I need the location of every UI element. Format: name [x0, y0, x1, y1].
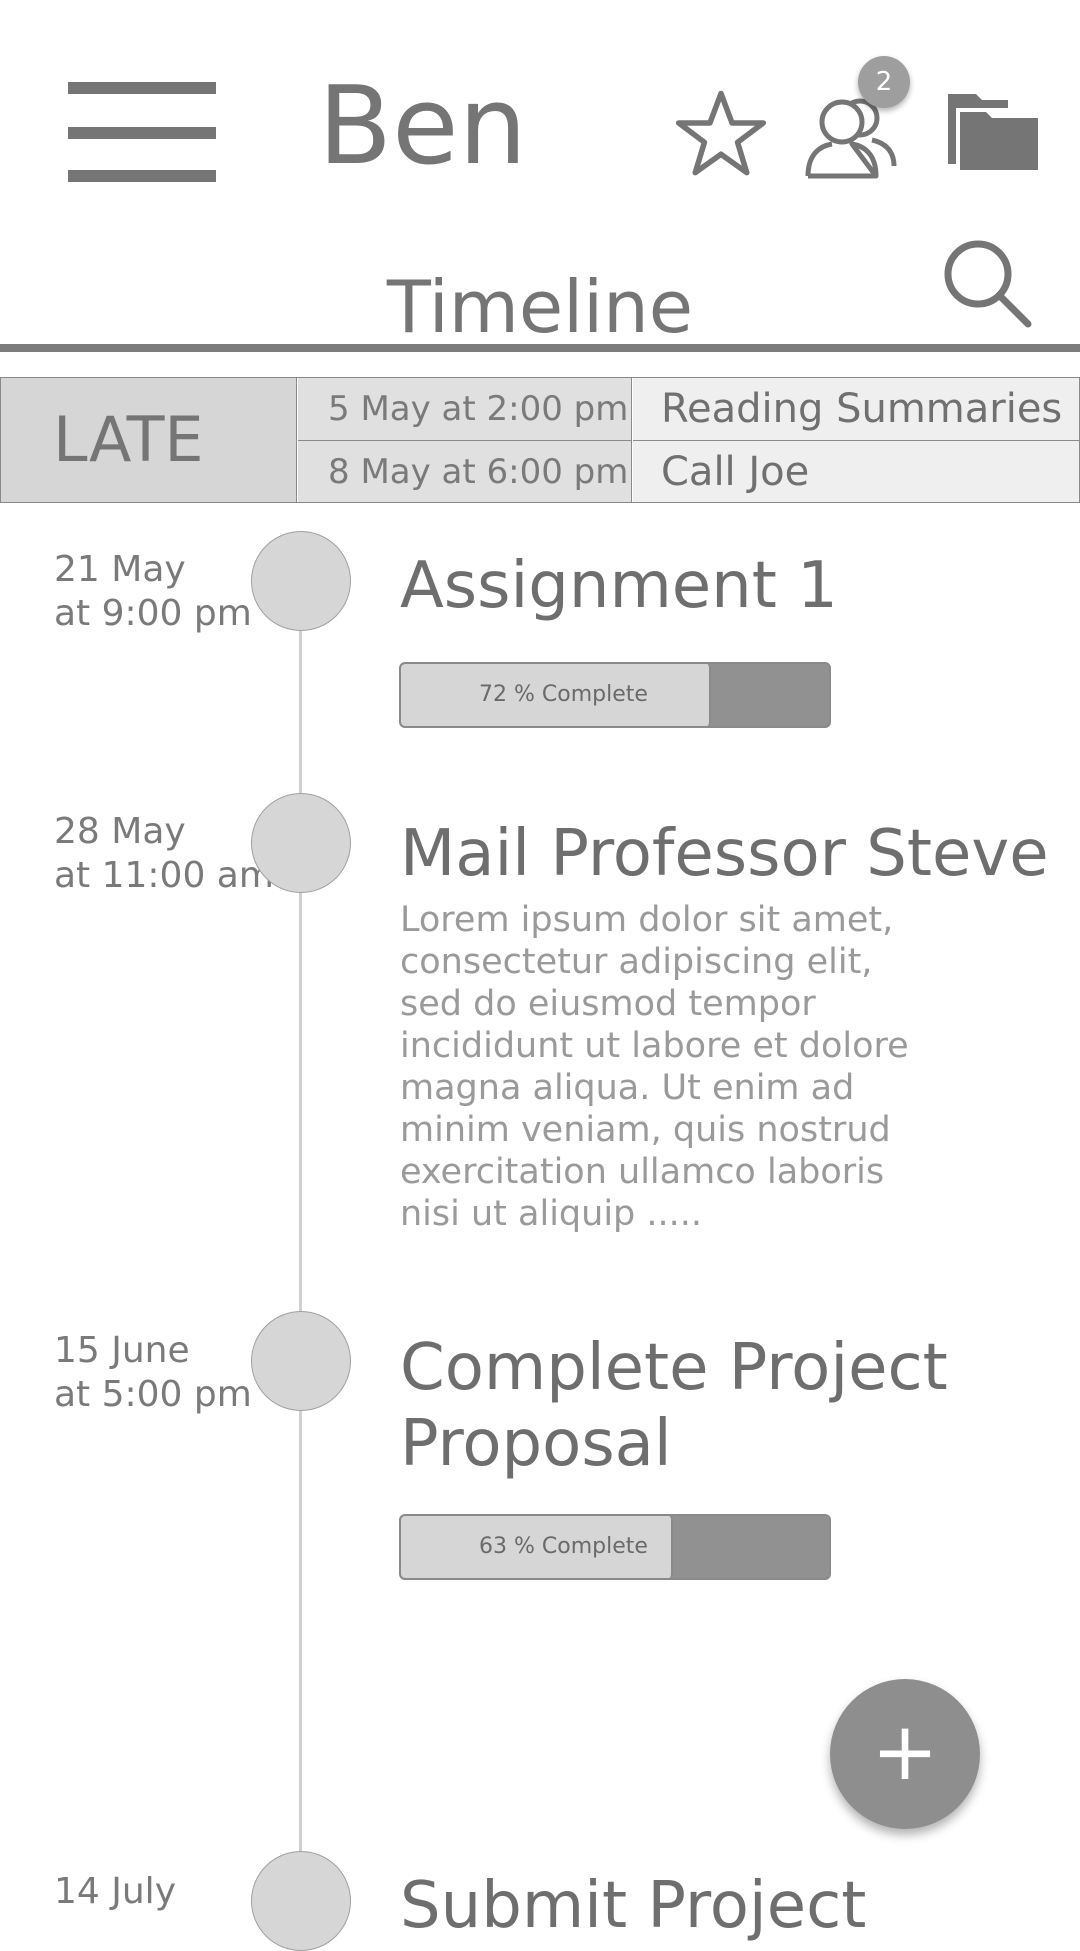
timeline-item-title[interactable]: Mail Professor Steve: [400, 816, 1049, 892]
notification-badge: 2: [858, 56, 910, 108]
timeline-node[interactable]: [251, 793, 351, 893]
progress-bar[interactable]: 63 % Complete: [399, 1514, 831, 1580]
star-icon[interactable]: [675, 88, 767, 180]
timeline-item-title[interactable]: Complete Project Proposal: [400, 1330, 948, 1482]
timeline-line: [299, 580, 302, 1920]
timeline-item-title[interactable]: Assignment 1: [400, 548, 838, 624]
title-divider: [0, 344, 1080, 352]
late-tasks-table: LATE 5 May at 2:00 pm Reading Summaries …: [0, 377, 1080, 503]
page-title: Timeline: [386, 265, 694, 349]
late-label: LATE: [1, 378, 297, 502]
late-row-date[interactable]: 5 May at 2:00 pm: [298, 378, 632, 440]
progress-bar[interactable]: 72 % Complete: [399, 662, 831, 728]
timeline-node[interactable]: [251, 531, 351, 631]
timeline-item-title[interactable]: Submit Project: [400, 1868, 866, 1944]
late-row-date[interactable]: 8 May at 6:00 pm: [298, 440, 632, 502]
late-row-task[interactable]: Call Joe: [633, 440, 1079, 502]
folder-icon[interactable]: [946, 88, 1040, 172]
user-name: Ben: [318, 64, 527, 189]
add-button[interactable]: +: [830, 1679, 980, 1829]
timeline-node[interactable]: [251, 1311, 351, 1411]
progress-label: 63 % Complete: [479, 1534, 648, 1559]
late-row-task[interactable]: Reading Summaries: [633, 378, 1079, 440]
menu-icon[interactable]: [68, 82, 216, 182]
timeline-item-date: 14 July: [54, 1871, 176, 1912]
timeline-node[interactable]: [251, 1851, 351, 1951]
timeline-item-date: 28 May at 11:00 am: [54, 811, 274, 896]
timeline-item-date: 15 June at 5:00 pm: [54, 1330, 252, 1415]
timeline-item-description: Lorem ipsum dolor sit amet, consectetur …: [400, 900, 909, 1234]
progress-label: 72 % Complete: [479, 682, 648, 707]
timeline-item-date: 21 May at 9:00 pm: [54, 549, 252, 634]
